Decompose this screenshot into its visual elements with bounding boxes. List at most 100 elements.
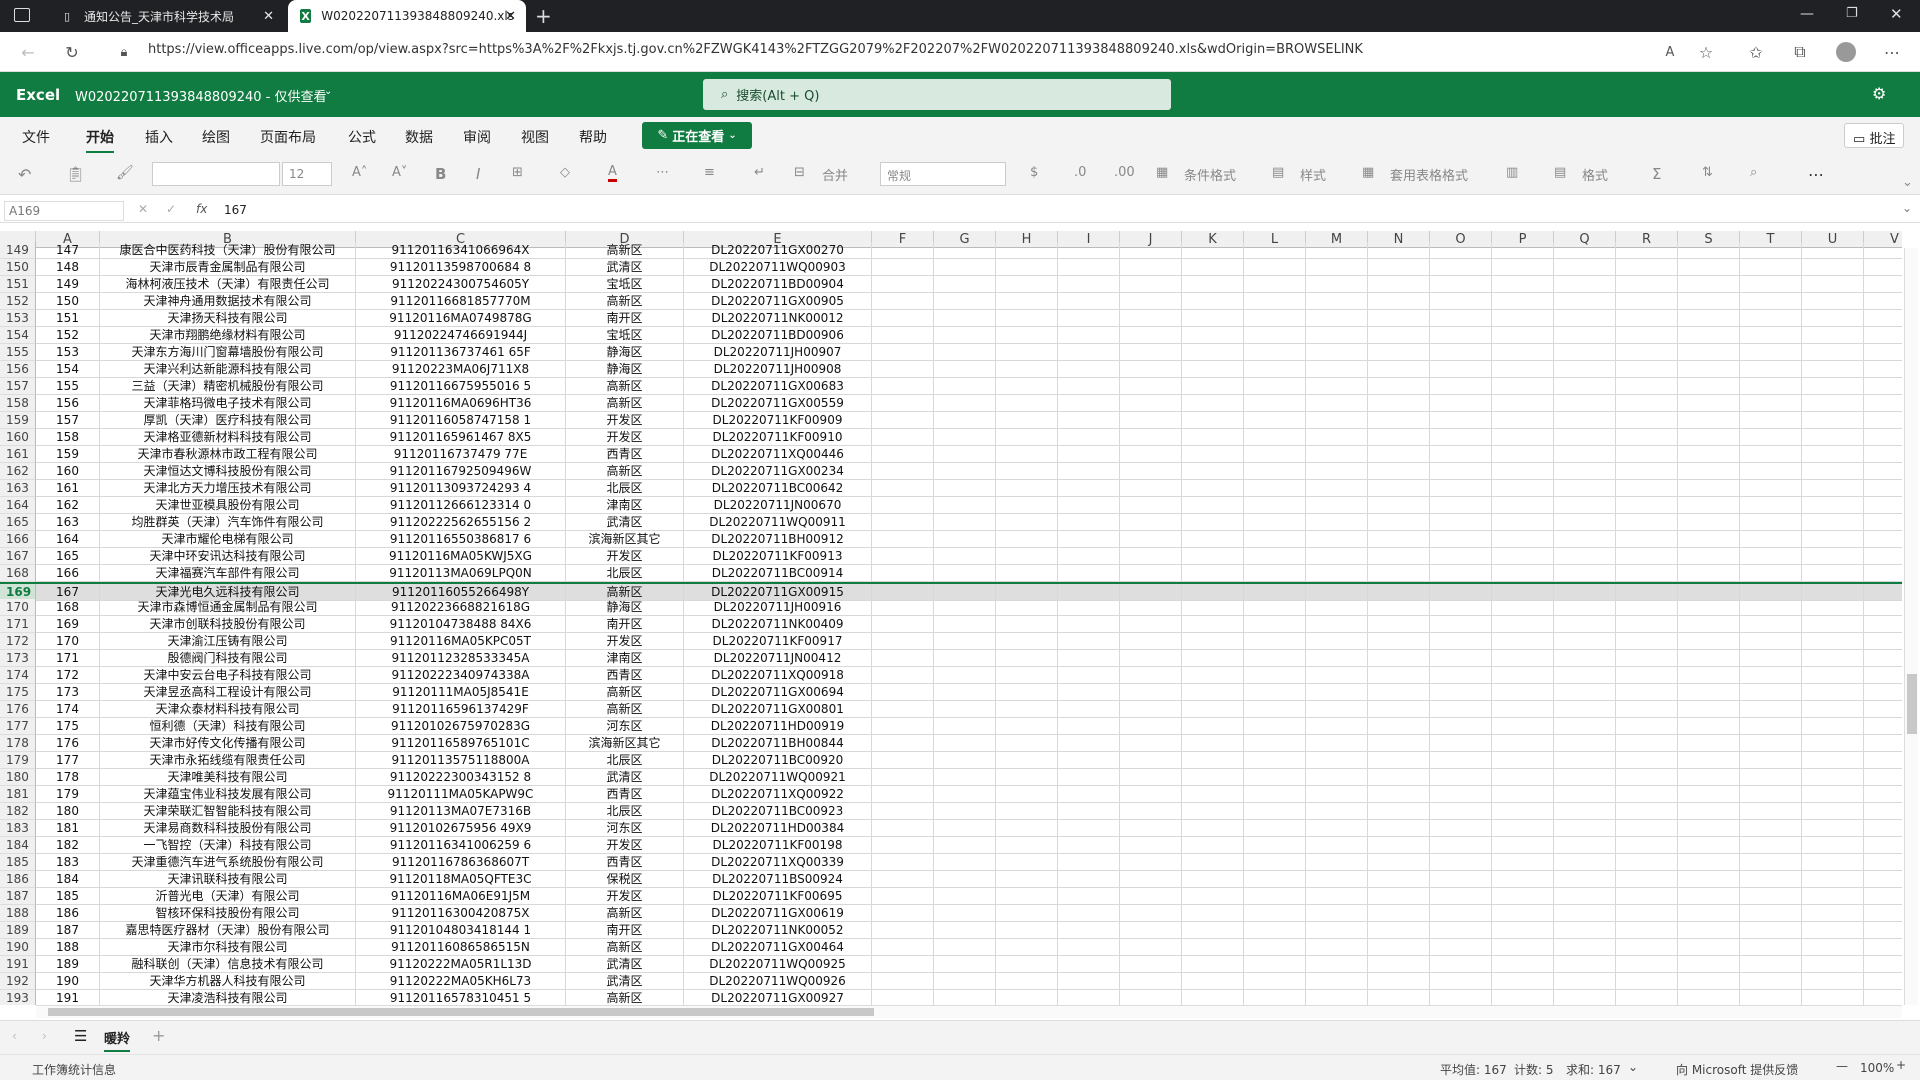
row-header[interactable]: 175 [0, 684, 36, 701]
empty-cell[interactable] [1554, 327, 1616, 344]
empty-cell[interactable] [996, 446, 1058, 463]
empty-cell[interactable] [1740, 922, 1802, 939]
empty-cell[interactable] [1678, 769, 1740, 786]
empty-cell[interactable] [1740, 752, 1802, 769]
empty-cell[interactable] [1864, 667, 1902, 684]
format-painter-icon[interactable]: 🖌︎ [116, 165, 134, 181]
cell-c[interactable]: 91120116086586515N [356, 939, 566, 956]
empty-cell[interactable] [1864, 820, 1902, 837]
styles-label[interactable]: 样式 [1300, 165, 1326, 184]
empty-cell[interactable] [1554, 514, 1616, 531]
empty-cell[interactable] [1244, 990, 1306, 1005]
empty-cell[interactable] [1244, 973, 1306, 990]
empty-cell[interactable] [1368, 803, 1430, 820]
cell-c[interactable]: 91120102675956 49X9 [356, 820, 566, 837]
empty-cell[interactable] [934, 871, 996, 888]
cell-b[interactable]: 天津重德汽车进气系统股份有限公司 [100, 854, 356, 871]
empty-cell[interactable] [1430, 412, 1492, 429]
empty-cell[interactable] [1430, 378, 1492, 395]
cell-e[interactable]: DL20220711WQ00911 [684, 514, 872, 531]
empty-cell[interactable] [872, 548, 934, 565]
empty-cell[interactable] [1616, 327, 1678, 344]
empty-cell[interactable] [1368, 480, 1430, 497]
empty-cell[interactable] [934, 922, 996, 939]
empty-cell[interactable] [1244, 293, 1306, 310]
empty-cell[interactable] [1306, 990, 1368, 1005]
empty-cell[interactable] [1244, 429, 1306, 446]
borders-icon[interactable]: ⊞ [512, 165, 523, 180]
empty-cell[interactable] [1244, 905, 1306, 922]
empty-cell[interactable] [1740, 412, 1802, 429]
cell-b[interactable]: 天津格亚德新材料科技有限公司 [100, 429, 356, 446]
empty-cell[interactable] [1058, 633, 1120, 650]
empty-cell[interactable] [1554, 446, 1616, 463]
empty-cell[interactable] [1616, 854, 1678, 871]
table-format-label[interactable]: 套用表格格式 [1390, 165, 1468, 184]
cell-c[interactable]: 91120104803418144 1 [356, 922, 566, 939]
cell-d[interactable]: 开发区 [566, 412, 684, 429]
empty-cell[interactable] [872, 293, 934, 310]
empty-cell[interactable] [1740, 514, 1802, 531]
empty-cell[interactable] [1492, 344, 1554, 361]
empty-cell[interactable] [872, 956, 934, 973]
sheet-tab-active[interactable]: 暖羚 [104, 1028, 131, 1052]
empty-cell[interactable] [1368, 463, 1430, 480]
empty-cell[interactable] [1244, 412, 1306, 429]
cell-d[interactable]: 北辰区 [566, 565, 684, 582]
empty-cell[interactable] [1864, 837, 1902, 854]
empty-cell[interactable] [1058, 820, 1120, 837]
empty-cell[interactable] [1802, 837, 1864, 854]
cell-d[interactable]: 河东区 [566, 718, 684, 735]
empty-cell[interactable] [1492, 650, 1554, 667]
empty-cell[interactable] [872, 718, 934, 735]
empty-cell[interactable] [1616, 905, 1678, 922]
empty-cell[interactable] [1430, 769, 1492, 786]
empty-cell[interactable] [1120, 990, 1182, 1005]
cell-c[interactable]: 91120116681857770M [356, 293, 566, 310]
cell-a[interactable]: 151 [36, 310, 100, 327]
empty-cell[interactable] [1678, 310, 1740, 327]
row-header[interactable]: 183 [0, 820, 36, 837]
empty-cell[interactable] [1430, 327, 1492, 344]
cell-d[interactable]: 开发区 [566, 429, 684, 446]
empty-cell[interactable] [1554, 956, 1616, 973]
ribbon-tab-review[interactable]: 审阅 [463, 127, 491, 147]
empty-cell[interactable] [1058, 480, 1120, 497]
empty-cell[interactable] [1244, 752, 1306, 769]
empty-cell[interactable] [934, 735, 996, 752]
empty-cell[interactable] [1802, 820, 1864, 837]
empty-cell[interactable] [1616, 480, 1678, 497]
empty-cell[interactable] [1864, 259, 1902, 276]
function-icon[interactable]: fx [196, 202, 207, 216]
cell-d[interactable]: 开发区 [566, 837, 684, 854]
close-icon[interactable]: ✕ [505, 9, 516, 24]
empty-cell[interactable] [872, 939, 934, 956]
empty-cell[interactable] [1182, 344, 1244, 361]
empty-cell[interactable] [996, 633, 1058, 650]
empty-cell[interactable] [1802, 514, 1864, 531]
empty-cell[interactable] [1678, 344, 1740, 361]
merge-icon[interactable]: ⊟ [794, 165, 805, 180]
empty-cell[interactable] [1244, 531, 1306, 548]
empty-cell[interactable] [934, 327, 996, 344]
row-header[interactable]: 184 [0, 837, 36, 854]
empty-cell[interactable] [1554, 820, 1616, 837]
empty-cell[interactable] [872, 276, 934, 293]
empty-cell[interactable] [1678, 973, 1740, 990]
cell-c[interactable]: 91120222MA05R1L13D [356, 956, 566, 973]
empty-cell[interactable] [996, 650, 1058, 667]
empty-cell[interactable] [1492, 378, 1554, 395]
empty-cell[interactable] [1430, 446, 1492, 463]
empty-cell[interactable] [1554, 803, 1616, 820]
empty-cell[interactable] [1802, 939, 1864, 956]
empty-cell[interactable] [934, 803, 996, 820]
cell-e[interactable]: DL20220711KF00695 [684, 888, 872, 905]
empty-cell[interactable] [872, 684, 934, 701]
cell-d[interactable]: 宝坻区 [566, 327, 684, 344]
empty-cell[interactable] [1058, 565, 1120, 582]
cell-c[interactable]: 91120116341066964X [356, 242, 566, 259]
cell-b[interactable]: 厚凯（天津）医疗科技有限公司 [100, 412, 356, 429]
wrap-text-icon[interactable]: ↵ [754, 165, 765, 180]
cell-e[interactable]: DL20220711NK00052 [684, 922, 872, 939]
empty-cell[interactable] [996, 344, 1058, 361]
